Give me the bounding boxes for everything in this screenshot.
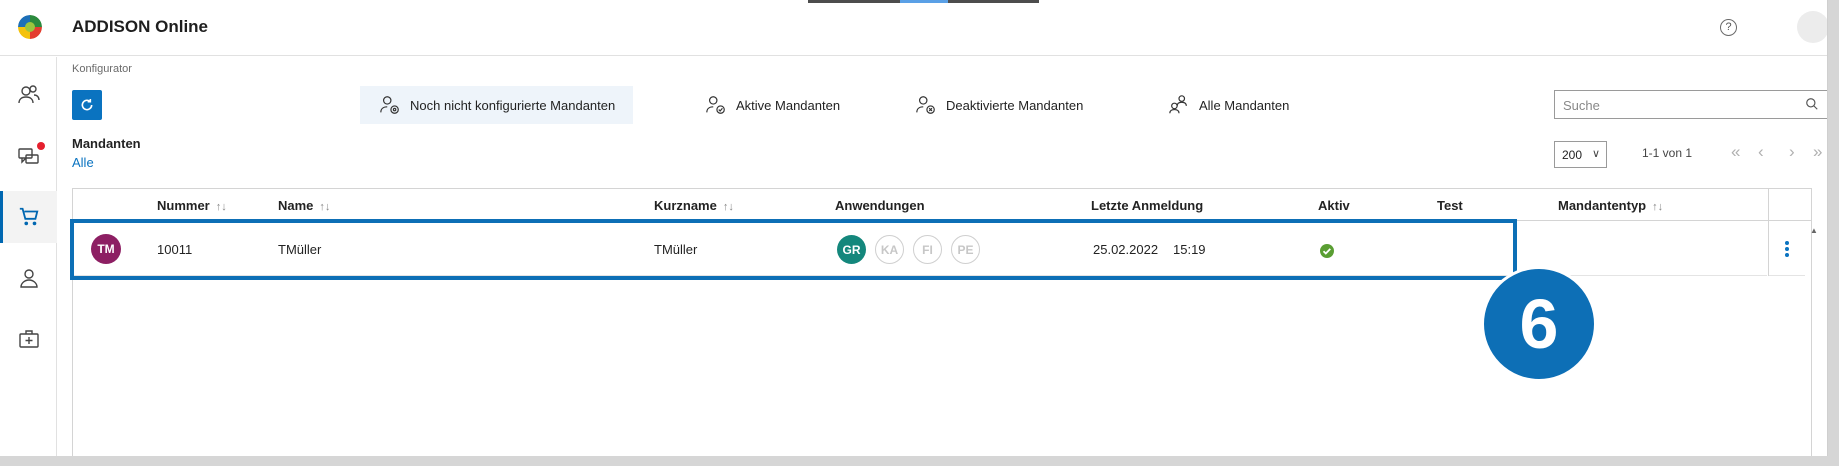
last-page-button[interactable]: » <box>1813 142 1822 162</box>
medical-kit-icon <box>18 330 39 348</box>
table-row[interactable]: TM 10011 TMüller TMüller GR KA FI PE 25.… <box>73 222 1767 276</box>
cart-icon <box>19 207 38 226</box>
chevron-down-icon: ∨ <box>1591 148 1600 160</box>
scroll-up-arrow[interactable]: ▲ <box>1810 226 1818 235</box>
column-header-mandantentyp[interactable]: Mandantentyp ↑↓ <box>1558 198 1663 213</box>
check-icon <box>1320 244 1334 258</box>
mandanten-filter-link[interactable]: Alle <box>72 155 94 170</box>
app-badge-fi[interactable]: FI <box>913 235 942 264</box>
tab-all[interactable]: Alle Mandanten <box>1149 86 1307 124</box>
sidebar-item-shop[interactable] <box>0 191 57 243</box>
tab-deactivated[interactable]: Deaktivierte Mandanten <box>896 86 1101 124</box>
avatar: TM <box>91 234 121 264</box>
app-badge-pe[interactable]: PE <box>951 235 980 264</box>
tab-label: Aktive Mandanten <box>736 97 841 113</box>
column-header-nummer[interactable]: Nummer ↑↓ <box>157 198 227 213</box>
sort-icon[interactable]: ↑↓ <box>216 201 227 213</box>
tab-not-configured[interactable]: Noch nicht konfigurierte Mandanten <box>360 86 634 124</box>
column-header-test: Test <box>1437 198 1463 213</box>
app-title: ADDISON Online <box>72 17 209 36</box>
sidebar-item-medical[interactable] <box>0 313 57 365</box>
notification-dot <box>37 142 45 150</box>
refresh-icon <box>81 99 93 111</box>
user-avatar[interactable] <box>1797 11 1827 43</box>
user-check-icon <box>706 96 725 114</box>
prev-page-button[interactable]: ‹ <box>1758 142 1764 162</box>
sort-icon[interactable]: ↑↓ <box>1652 201 1663 213</box>
page-info: 1-1 von 1 <box>1642 146 1693 160</box>
tab-label: Alle Mandanten <box>1199 97 1290 113</box>
user-x-icon <box>916 96 935 114</box>
top-tab-indicator <box>808 0 1039 3</box>
search-icon[interactable] <box>1805 97 1819 111</box>
column-header-anwendungen: Anwendungen <box>835 198 925 213</box>
search-input[interactable]: Suche <box>1554 90 1827 119</box>
search-placeholder: Suche <box>1563 98 1600 113</box>
mandanten-label: Mandanten <box>72 136 141 151</box>
cell-time: 15:19 <box>1173 242 1206 257</box>
tab-label: Noch nicht konfigurierte Mandanten <box>410 97 616 113</box>
cell-name: TMüller <box>278 242 322 257</box>
more-vertical-icon <box>1785 240 1789 257</box>
logo-icon <box>18 15 42 39</box>
column-header-name[interactable]: Name ↑↓ <box>278 198 330 213</box>
person-icon <box>19 269 38 288</box>
app-badge-gr[interactable]: GR <box>837 235 866 264</box>
column-header-kurzname[interactable]: Kurzname ↑↓ <box>654 198 734 213</box>
next-page-button[interactable]: › <box>1789 142 1795 162</box>
step-callout: 6 <box>1481 266 1597 382</box>
sort-icon[interactable]: ↑↓ <box>723 201 734 213</box>
user-settings-icon <box>380 96 399 114</box>
page-size-select[interactable]: 200 ∨ <box>1554 141 1607 168</box>
sidebar-item-users[interactable] <box>0 69 57 121</box>
column-header-letzte-anmeldung: Letzte Anmeldung <box>1091 198 1204 213</box>
page-size-value: 200 <box>1562 148 1583 162</box>
sidebar-item-messages[interactable] <box>0 130 57 182</box>
refresh-button[interactable] <box>72 90 102 120</box>
top-header: ADDISON Online ? <box>0 0 1827 56</box>
sort-icon[interactable]: ↑↓ <box>319 201 330 213</box>
cell-kurzname: TMüller <box>654 242 698 257</box>
row-menu-button[interactable] <box>1769 222 1805 276</box>
sidebar <box>0 57 57 456</box>
users-group-icon <box>1169 95 1187 114</box>
users-icon <box>17 85 40 104</box>
app-badge-ka[interactable]: KA <box>875 235 904 264</box>
first-page-button[interactable]: « <box>1731 142 1740 162</box>
app-window: ADDISON Online ? Konfigurator Noch nicht… <box>0 0 1828 456</box>
cell-date: 25.02.2022 <box>1093 242 1159 257</box>
table-header: Nummer ↑↓ Name ↑↓ Kurzname ↑↓ Anwendungen L… <box>73 189 1811 221</box>
sidebar-item-person[interactable] <box>0 252 57 304</box>
cell-nummer: 10011 <box>157 242 193 257</box>
tab-label: Deaktivierte Mandanten <box>946 97 1084 113</box>
column-header-aktiv: Aktiv <box>1318 198 1350 213</box>
breadcrumb[interactable]: Konfigurator <box>72 63 132 75</box>
help-icon[interactable]: ? <box>1720 19 1737 36</box>
tab-active[interactable]: Aktive Mandanten <box>686 86 858 124</box>
